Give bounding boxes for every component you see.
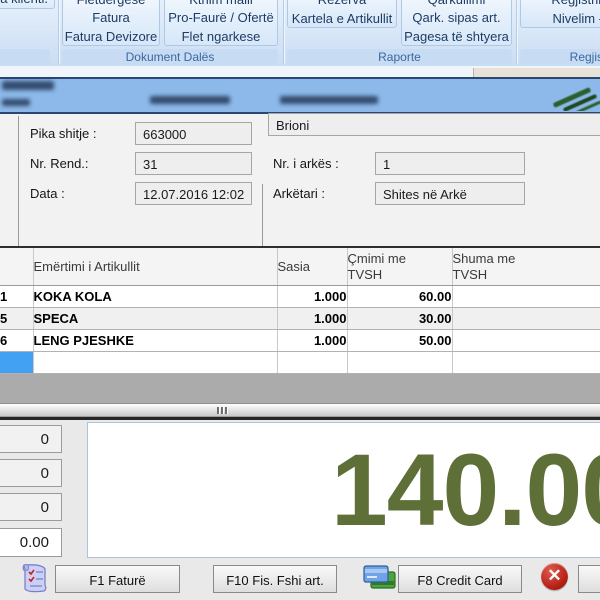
pos-window: ga klienti. Fletdërgesë Fatura Fatura De… [0, 0, 600, 600]
partial-right-button[interactable] [578, 565, 600, 593]
item-price-cell[interactable]: 60.00 [347, 286, 452, 308]
ribbon-group-separator [58, 0, 59, 64]
nr-rend-label: Nr. Rend.: [30, 152, 89, 175]
selected-row-indicator[interactable] [0, 352, 33, 374]
ribbon-column-raporte-1: Rezerva Kartela e Artikullit [287, 0, 397, 28]
ribbon-column-raporte-2: Qarkullimi Qark. sipas art. Pagesa të sh… [401, 0, 512, 46]
table-header-row: Emërtimi i Artikullit Sasia Çmimi me TVS… [0, 248, 600, 286]
ribbon-toolbar: ga klienti. Fletdërgesë Fatura Fatura De… [0, 0, 600, 67]
column-header-qty[interactable]: Sasia [277, 248, 347, 286]
ribbon-group-label-regjistr: Regjistr [520, 49, 600, 65]
ribbon-item-qarkullimi[interactable]: Qarkullimi [402, 0, 511, 8]
ribbon-column-dales-1: Fletdërgesë Fatura Fatura Devizore [62, 0, 160, 46]
data-label: Data : [30, 182, 65, 205]
row-number-header[interactable] [0, 248, 33, 286]
ribbon-item-flet-ngarkese[interactable]: Flet ngarkese [165, 27, 277, 45]
arketari-field[interactable]: Shites në Arkë [375, 182, 525, 205]
ribbon-column-dales-2: Kthim malli Pro-Faurë / Ofertë Flet ngar… [164, 0, 278, 46]
ribbon-item-nivelim[interactable]: Nivelim - Ndr [521, 9, 600, 28]
row-number-cell[interactable]: 6 [0, 330, 33, 352]
table-row[interactable]: 5 SPECA 1.000 30.00 30.00 [0, 308, 600, 330]
ribbon-column-regjistr-1: Regjistrim Ko Nivelim - Ndr [520, 0, 600, 28]
blurred-text [2, 81, 54, 90]
blurred-text [280, 96, 378, 104]
column-header-price[interactable]: Çmimi me TVSH [347, 248, 452, 286]
ribbon-group-label-dokument-dales: Dokument Dalës [62, 49, 278, 65]
column-header-sum[interactable]: Shuma me TVSH [452, 248, 600, 286]
close-icon[interactable]: ✕ [541, 563, 568, 590]
nr-arkes-label: Nr. i arkës : [273, 152, 339, 175]
pika-shitje-name-field[interactable]: Brioni [268, 113, 600, 136]
item-sum-cell[interactable] [452, 352, 600, 374]
item-sum-cell[interactable]: 30.00 [452, 308, 600, 330]
item-name-cell[interactable]: LENG PJESHKE [33, 330, 277, 352]
company-logo [548, 85, 600, 111]
ribbon-item-rezerva[interactable]: Rezerva [288, 0, 396, 9]
f1-fature-button[interactable]: F1 Faturë [55, 565, 180, 593]
item-price-cell[interactable] [347, 352, 452, 374]
items-table: Emërtimi i Artikullit Sasia Çmimi me TVS… [0, 248, 600, 374]
table-row[interactable]: 6 LENG PJESHKE 1.000 50.00 50.00 [0, 330, 600, 352]
column-header-sum-text: Shuma me TVSH [453, 251, 531, 283]
data-field[interactable]: 12.07.2016 12:02 [135, 182, 252, 205]
amount-field[interactable]: 0.00 [0, 528, 62, 557]
ribbon-group-label-raporte: Raporte [287, 49, 512, 65]
splitter-grip-icon[interactable] [217, 407, 229, 414]
item-sum-cell[interactable]: 60.00 [452, 286, 600, 308]
blurred-text [150, 96, 230, 104]
ribbon-group-label-left [0, 49, 50, 65]
items-grid: Emërtimi i Artikullit Sasia Çmimi me TVS… [0, 246, 600, 403]
item-qty-cell[interactable]: 1.000 [277, 286, 347, 308]
counter-field-2[interactable]: 0 [0, 459, 62, 487]
ribbon-item-qark-sipas-art[interactable]: Qark. sipas art. [402, 8, 511, 26]
table-row[interactable]: 1 KOKA KOLA 1.000 60.00 60.00 [0, 286, 600, 308]
blurred-text [2, 99, 30, 106]
pika-shitje-label: Pika shitje : [30, 122, 96, 145]
item-sum-cell[interactable]: 50.00 [452, 330, 600, 352]
item-price-cell[interactable]: 30.00 [347, 308, 452, 330]
table-row-empty[interactable] [0, 352, 600, 374]
item-name-cell[interactable]: SPECA [33, 308, 277, 330]
ribbon-group-separator [516, 0, 517, 64]
grand-total-value: 140.00 [88, 432, 600, 549]
ribbon-item-fletdergese[interactable]: Fletdërgesë [63, 0, 159, 8]
column-header-price-text: Çmimi me TVSH [348, 251, 426, 283]
pika-shitje-code-field[interactable]: 663000 [135, 122, 252, 145]
invoice-header-panel: Pika shitje : 663000 Brioni Nr. Rend.: 3… [0, 114, 600, 246]
ribbon-item-kthim-malli[interactable]: Kthim malli [165, 0, 277, 8]
nr-rend-field[interactable]: 31 [135, 152, 252, 175]
payment-panel: 0 0 0 0.00 140.00 F1 Faturë F10 Fis. Fsh… [0, 420, 600, 600]
item-qty-cell[interactable]: 1.000 [277, 330, 347, 352]
horizontal-splitter[interactable] [0, 403, 600, 417]
ribbon-group-separator [283, 0, 284, 64]
f8-credit-card-button[interactable]: F8 Credit Card [398, 565, 522, 593]
column-header-name[interactable]: Emërtimi i Artikullit [33, 248, 277, 286]
item-price-cell[interactable]: 50.00 [347, 330, 452, 352]
ribbon-item-pro-faure-oferte[interactable]: Pro-Faurë / Ofertë [165, 8, 277, 26]
total-display: 140.00 [87, 422, 600, 558]
row-number-cell[interactable]: 5 [0, 308, 33, 330]
ribbon-item-nga-klienti[interactable]: ga klienti. [0, 0, 55, 9]
arketari-label: Arkëtari : [273, 182, 325, 205]
counter-field-1[interactable]: 0 [0, 425, 62, 453]
ribbon-item-fatura[interactable]: Fatura [63, 8, 159, 26]
titlebar-redacted [0, 77, 600, 114]
ribbon-item-regjistrim[interactable]: Regjistrim Ko [521, 0, 600, 9]
counter-field-3[interactable]: 0 [0, 493, 62, 521]
item-qty-cell[interactable] [277, 352, 347, 374]
panel-border [18, 116, 19, 246]
credit-cards-icon[interactable] [362, 562, 396, 594]
item-qty-cell[interactable]: 1.000 [277, 308, 347, 330]
checklist-icon[interactable] [18, 561, 50, 595]
ribbon-item-fatura-devizore[interactable]: Fatura Devizore [63, 27, 159, 45]
panel-border [262, 184, 263, 246]
ribbon-item-pagesa-te-shtyera[interactable]: Pagesa të shtyera [402, 27, 511, 45]
window-strip-box [473, 68, 600, 77]
item-name-cell[interactable]: KOKA KOLA [33, 286, 277, 308]
row-number-cell[interactable]: 1 [0, 286, 33, 308]
ribbon-item-kartela-artikullit[interactable]: Kartela e Artikullit [288, 9, 396, 28]
nr-arkes-field[interactable]: 1 [375, 152, 525, 175]
item-name-cell[interactable] [33, 352, 277, 374]
f10-fshi-artikull-button[interactable]: F10 Fis. Fshi art. [213, 565, 337, 593]
